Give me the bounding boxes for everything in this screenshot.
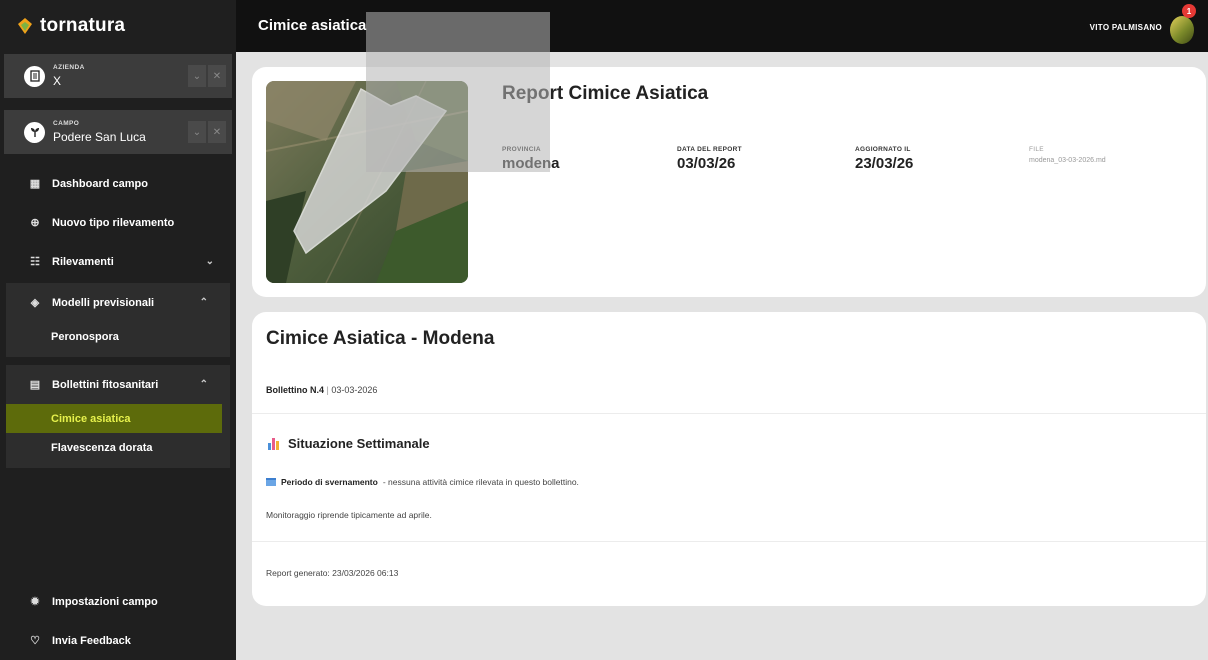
sidebar: tornatura AZIENDA X ⌄ ✕ CAMPO Podere San… bbox=[0, 0, 236, 660]
plus-circle-icon: ⊕ bbox=[30, 217, 40, 229]
diamond-icon: ◈ bbox=[30, 297, 40, 309]
bollettini-group: ▤ Bollettini fitosanitari ⌃ Cimice asiat… bbox=[6, 365, 230, 468]
period-line: Periodo di svernamento - nessuna attivit… bbox=[266, 477, 579, 487]
avatar[interactable] bbox=[1170, 16, 1194, 44]
generated-timestamp: Report generato: 23/03/2026 06:13 bbox=[266, 568, 399, 578]
gear-icon: ✹ bbox=[30, 596, 40, 608]
aggiornato-label: AGGIORNATO IL bbox=[855, 146, 911, 153]
sub-item-flavescenza-dorata[interactable]: Flavescenza dorata bbox=[6, 433, 230, 462]
aggiornato-value: 23/03/26 bbox=[855, 155, 914, 172]
brand-name: tornatura bbox=[40, 15, 126, 36]
sub-item-peronospora[interactable]: Peronospora bbox=[6, 322, 230, 351]
chevron-down-icon[interactable]: ⌄ bbox=[206, 256, 214, 267]
azienda-selector[interactable]: AZIENDA X ⌄ ✕ bbox=[4, 54, 232, 98]
notification-badge[interactable]: 1 bbox=[1182, 4, 1196, 18]
chevron-down-icon[interactable]: ⌄ bbox=[188, 121, 206, 143]
nav-feedback-label: Invia Feedback bbox=[52, 634, 131, 647]
period-bold: Periodo di svernamento bbox=[281, 477, 378, 487]
meta-aggiornato: AGGIORNATO IL 23/03/26 bbox=[855, 146, 913, 172]
calendar-icon bbox=[266, 478, 276, 486]
sprout-icon bbox=[24, 121, 45, 143]
tornatura-logo-icon bbox=[18, 18, 32, 34]
nav-bollettini-fitosanitari[interactable]: ▤ Bollettini fitosanitari ⌃ bbox=[6, 365, 230, 404]
campo-label: CAMPO bbox=[53, 120, 80, 128]
building-icon bbox=[24, 65, 45, 87]
user-name[interactable]: VITO PALMISANO bbox=[1090, 23, 1162, 32]
sub-item-cimice-asiatica[interactable]: Cimice asiatica bbox=[6, 404, 222, 433]
close-icon[interactable]: ✕ bbox=[208, 121, 226, 143]
bulletin-subtitle: Bollettino N.4 | 03-03-2026 bbox=[266, 385, 377, 395]
close-icon[interactable]: ✕ bbox=[208, 65, 226, 87]
bulletin-title: Cimice Asiatica - Modena bbox=[266, 328, 495, 349]
file-label: FILE bbox=[1029, 146, 1044, 153]
data-report-label: DATA DEL REPORT bbox=[677, 146, 742, 153]
list-icon: ☷ bbox=[30, 256, 40, 268]
section-title-text: Situazione Settimanale bbox=[288, 436, 430, 451]
nav-dashboard-campo[interactable]: ▦ Dashboard campo bbox=[0, 164, 236, 203]
brand[interactable]: tornatura bbox=[0, 0, 236, 52]
azienda-label: AZIENDA bbox=[53, 64, 85, 72]
bulletin-date: 03-03-2026 bbox=[331, 385, 378, 395]
campo-selector[interactable]: CAMPO Podere San Luca ⌄ ✕ bbox=[4, 110, 232, 154]
divider bbox=[252, 413, 1206, 414]
meta-file: FILE modena_03-03-2026.md bbox=[1029, 146, 1106, 164]
monitoring-text: Monitoraggio riprende tipicamente ad apr… bbox=[266, 510, 432, 520]
chevron-down-icon[interactable]: ⌄ bbox=[188, 65, 206, 87]
nav-rilevamenti-label: Rilevamenti bbox=[52, 255, 114, 268]
chevron-up-icon[interactable]: ⌃ bbox=[200, 379, 208, 390]
period-text: - nessuna attività cimice rilevata in qu… bbox=[382, 477, 579, 487]
nav-modelli-previsionali[interactable]: ◈ Modelli previsionali ⌃ bbox=[6, 283, 230, 322]
chat-icon: ♡ bbox=[30, 635, 40, 647]
file-link[interactable]: modena_03-03-2026.md bbox=[1029, 157, 1106, 164]
bulletin-separator: | bbox=[326, 385, 329, 395]
page-title: Cimice asiatica bbox=[258, 17, 367, 34]
nav-modelli-label: Modelli previsionali bbox=[52, 296, 155, 309]
bulletin-number: Bollettino N.4 bbox=[266, 385, 324, 395]
document-icon: ▤ bbox=[29, 379, 41, 391]
nav-rilevamenti[interactable]: ☷ Rilevamenti ⌄ bbox=[0, 242, 236, 281]
nav-nuovo-rilevamento[interactable]: ⊕ Nuovo tipo rilevamento bbox=[0, 203, 236, 242]
bulletin-card: Cimice Asiatica - Modena Bollettino N.4 … bbox=[252, 312, 1206, 606]
drag-ghost-overlay bbox=[366, 12, 550, 172]
campo-value: Podere San Luca bbox=[53, 129, 146, 144]
nav-nuovo-label: Nuovo tipo rilevamento bbox=[52, 216, 175, 229]
azienda-value: X bbox=[53, 73, 62, 88]
modelli-previsionali-group: ◈ Modelli previsionali ⌃ Peronospora bbox=[6, 283, 230, 357]
bar-chart-icon bbox=[268, 437, 280, 450]
nav-impostazioni-label: Impostazioni campo bbox=[52, 595, 158, 608]
section-title: Situazione Settimanale bbox=[268, 436, 430, 451]
meta-data-report: DATA DEL REPORT 03/03/26 bbox=[677, 146, 742, 172]
divider bbox=[252, 541, 1206, 542]
nav-dashboard-label: Dashboard campo bbox=[52, 177, 148, 190]
chevron-up-icon[interactable]: ⌃ bbox=[200, 297, 208, 308]
nav-invia-feedback[interactable]: ♡ Invia Feedback bbox=[0, 621, 236, 660]
nav-bollettini-label: Bollettini fitosanitari bbox=[52, 378, 159, 391]
data-report-value: 03/03/26 bbox=[677, 155, 736, 172]
nav-impostazioni-campo[interactable]: ✹ Impostazioni campo bbox=[0, 582, 236, 621]
grid-icon: ▦ bbox=[29, 178, 41, 190]
